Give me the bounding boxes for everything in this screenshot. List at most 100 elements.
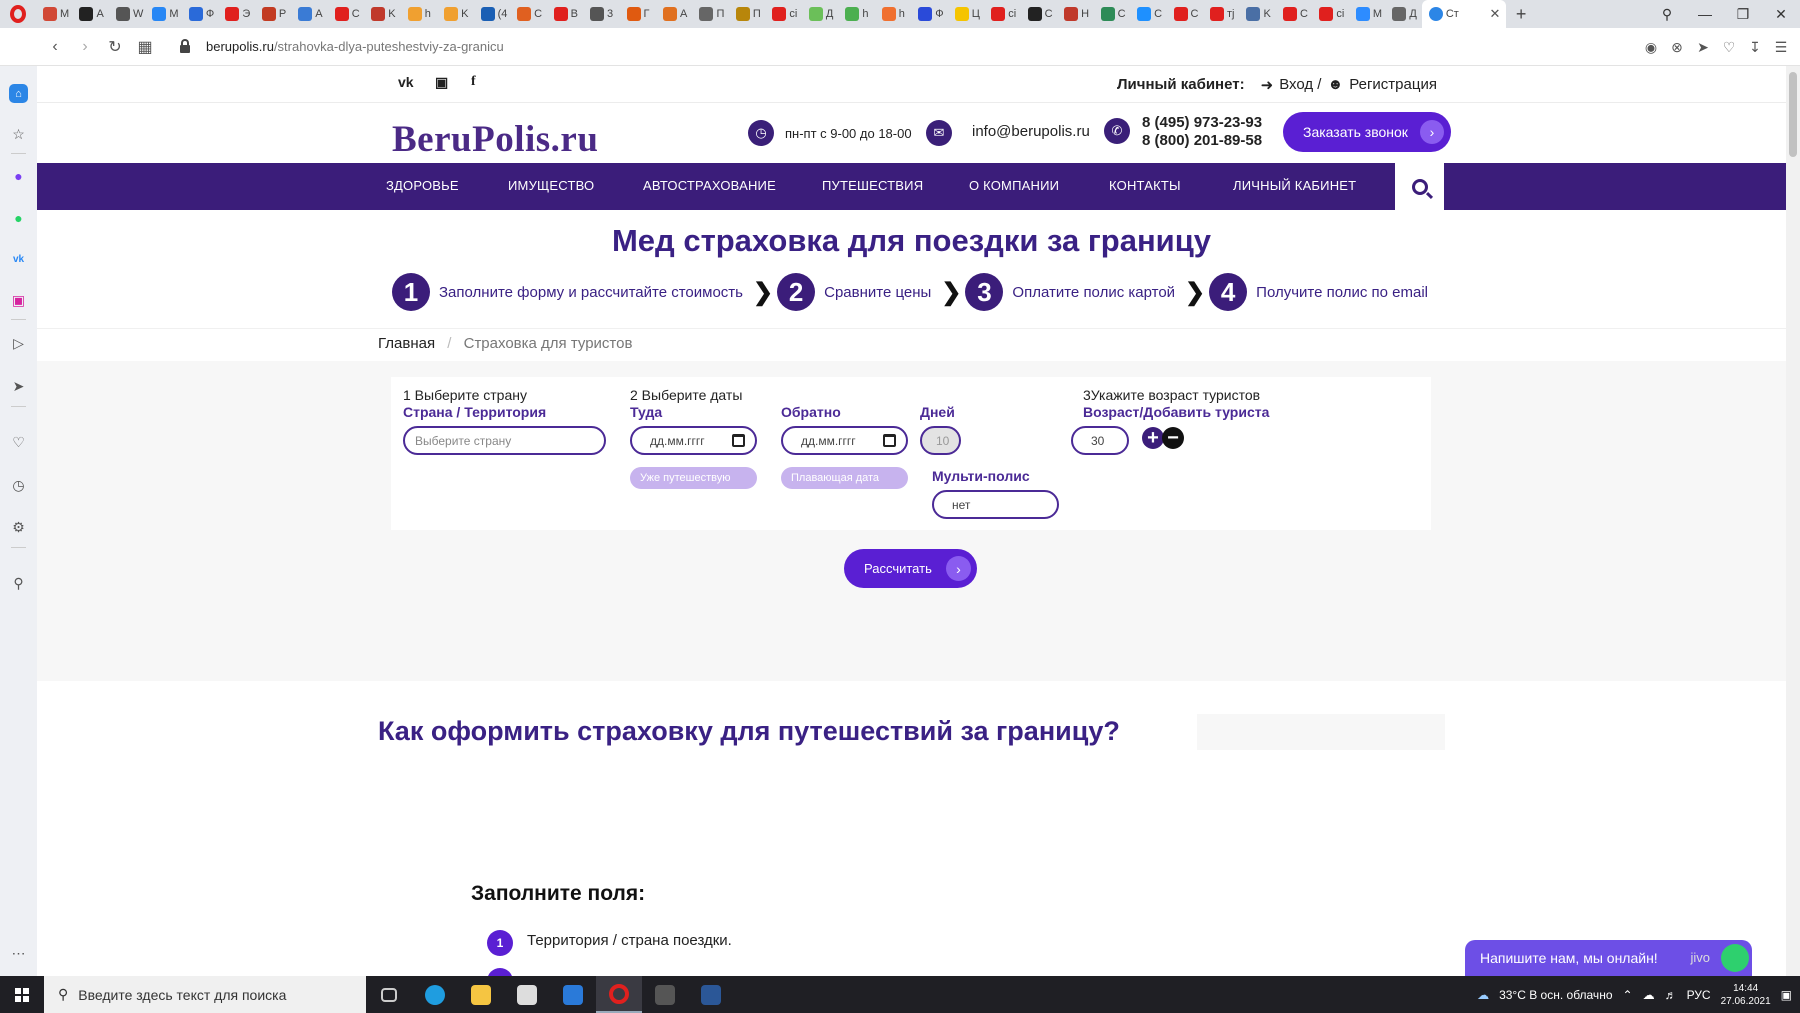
- browser-tab[interactable]: h: [401, 0, 437, 28]
- browser-tab[interactable]: Д: [802, 0, 838, 28]
- nav-contacts[interactable]: КОНТАКТЫ: [1109, 178, 1181, 193]
- speed-dial-icon[interactable]: ▦: [130, 37, 160, 57]
- easy-setup-icon[interactable]: ☰: [1770, 39, 1792, 56]
- messenger-icon[interactable]: ●: [9, 166, 28, 185]
- download-icon[interactable]: ↧: [1744, 39, 1766, 56]
- clock[interactable]: 14:44 27.06.2021: [1721, 982, 1771, 1008]
- nav-property[interactable]: ИМУЩЕСТВО: [508, 178, 594, 193]
- order-call-button[interactable]: Заказать звонок ›: [1283, 112, 1451, 152]
- browser-tab[interactable]: C: [1094, 0, 1130, 28]
- vk-link-icon[interactable]: vk: [398, 74, 414, 90]
- remove-tourist-button[interactable]: −: [1162, 427, 1184, 449]
- adblock-icon[interactable]: ⊗: [1666, 39, 1688, 56]
- chat-widget[interactable]: Напишите нам, мы онлайн! jivo: [1465, 940, 1752, 976]
- url-field[interactable]: berupolis.ru/strahovka-dlya-puteshestviy…: [206, 39, 504, 54]
- to-date-input[interactable]: дд.мм.гггг: [781, 426, 908, 455]
- browser-tab[interactable]: 3: [583, 0, 619, 28]
- browser-tab[interactable]: H: [1057, 0, 1093, 28]
- nav-company[interactable]: О КОМПАНИИ: [969, 178, 1059, 193]
- weather-icon[interactable]: ☁: [1477, 988, 1489, 1002]
- register-link[interactable]: Регистрация: [1349, 76, 1437, 94]
- reload-button[interactable]: ↻: [100, 37, 130, 57]
- task-view-icon[interactable]: [366, 976, 412, 1013]
- browser-tab[interactable]: A: [291, 0, 327, 28]
- opera-taskbar-icon[interactable]: [596, 976, 642, 1013]
- calculator-icon[interactable]: [642, 976, 688, 1013]
- browser-tab[interactable]: Ф: [182, 0, 218, 28]
- phone-numbers[interactable]: 8 (495) 973-23-93 8 (800) 201-89-58: [1142, 114, 1262, 150]
- browser-tab[interactable]: Г: [620, 0, 656, 28]
- tray-expand-icon[interactable]: ⌃: [1623, 988, 1633, 1002]
- taskbar-search[interactable]: ⚲ Введите здесь текст для поиска: [44, 976, 366, 1013]
- nav-travel[interactable]: ПУТЕШЕСТВИЯ: [822, 178, 923, 193]
- instagram-link-icon[interactable]: ▣: [435, 74, 448, 91]
- new-tab-button[interactable]: +: [1506, 4, 1535, 25]
- pinboard-heart-icon[interactable]: ♡: [9, 433, 28, 452]
- browser-tab[interactable]: K: [1239, 0, 1275, 28]
- age-input[interactable]: 30: [1071, 426, 1129, 455]
- browser-tab[interactable]: M T: [36, 0, 72, 28]
- player-icon[interactable]: ▷: [9, 334, 28, 353]
- browser-tab[interactable]: П: [729, 0, 765, 28]
- site-logo[interactable]: BeruPolis.ru: [392, 118, 598, 161]
- browser-tab[interactable]: сі: [1312, 0, 1348, 28]
- already-traveling-toggle[interactable]: Уже путешествую: [630, 467, 757, 489]
- snapshot-icon[interactable]: ◉: [1640, 39, 1662, 56]
- volume-icon[interactable]: ♬: [1665, 988, 1677, 1002]
- browser-tab[interactable]: B: [547, 0, 583, 28]
- browser-tab[interactable]: C: [1021, 0, 1057, 28]
- browser-tab[interactable]: A: [72, 0, 108, 28]
- browser-tab[interactable]: сі: [765, 0, 801, 28]
- calendar-icon[interactable]: [732, 434, 745, 447]
- settings-icon[interactable]: ⚙: [9, 518, 28, 537]
- browser-tab[interactable]: C: [1130, 0, 1166, 28]
- more-icon[interactable]: ⋯: [9, 944, 28, 963]
- minimize-button[interactable]: —: [1686, 6, 1724, 22]
- breadcrumb-home[interactable]: Главная: [378, 335, 435, 352]
- browser-tab[interactable]: C: [328, 0, 364, 28]
- whatsapp-icon[interactable]: ●: [9, 208, 28, 227]
- browser-tab[interactable]: h: [875, 0, 911, 28]
- browser-tab[interactable]: h: [838, 0, 874, 28]
- close-window-button[interactable]: ✕: [1762, 6, 1800, 23]
- notifications-icon[interactable]: ▣: [1781, 988, 1792, 1002]
- network-icon[interactable]: ☁: [1643, 988, 1655, 1002]
- browser-tab[interactable]: Д: [1385, 0, 1421, 28]
- instagram-icon[interactable]: ▣: [9, 291, 28, 310]
- heart-icon[interactable]: ♡: [1718, 39, 1740, 56]
- scrollbar-thumb[interactable]: [1789, 72, 1797, 157]
- start-button[interactable]: [0, 987, 44, 1002]
- browser-tab[interactable]: A: [656, 0, 692, 28]
- close-tab-icon[interactable]: ✕: [1490, 6, 1501, 22]
- page-scrollbar[interactable]: [1786, 66, 1800, 976]
- bookmarks-icon[interactable]: ☆: [9, 125, 28, 144]
- weather-text[interactable]: 33°C В осн. облачно: [1499, 988, 1612, 1002]
- browser-tab[interactable]: C: [1276, 0, 1312, 28]
- site-search-button[interactable]: [1395, 163, 1444, 210]
- browser-tab[interactable]: П: [692, 0, 728, 28]
- browser-tab[interactable]: W: [109, 0, 145, 28]
- add-tourist-button[interactable]: +: [1142, 427, 1164, 449]
- multi-policy-select[interactable]: нет: [932, 490, 1059, 519]
- restore-button[interactable]: ❐: [1724, 6, 1762, 23]
- from-date-input[interactable]: дд.мм.гггг: [630, 426, 757, 455]
- language-indicator[interactable]: РУС: [1687, 988, 1711, 1002]
- tab-search-icon[interactable]: ⚲: [1648, 6, 1686, 23]
- browser-tab[interactable]: K: [364, 0, 400, 28]
- flow-icon[interactable]: ➤: [9, 377, 28, 396]
- back-button[interactable]: ‹: [40, 38, 70, 56]
- login-link[interactable]: Вход /: [1279, 76, 1321, 94]
- edge-icon[interactable]: [412, 976, 458, 1013]
- browser-tab[interactable]: P: [255, 0, 291, 28]
- lock-icon[interactable]: [180, 38, 190, 53]
- browser-tab[interactable]: сі: [984, 0, 1020, 28]
- word-icon[interactable]: [688, 976, 734, 1013]
- nav-auto[interactable]: АВТОСТРАХОВАНИЕ: [643, 178, 776, 193]
- home-icon[interactable]: ⌂: [9, 84, 28, 103]
- browser-tab[interactable]: K: [437, 0, 473, 28]
- floating-date-toggle[interactable]: Плавающая дата: [781, 467, 908, 489]
- browser-tab[interactable]: (4: [474, 0, 510, 28]
- nav-cabinet[interactable]: ЛИЧНЫЙ КАБИНЕТ: [1233, 178, 1356, 193]
- calculate-button[interactable]: Рассчитать ›: [844, 549, 977, 588]
- store-icon[interactable]: [504, 976, 550, 1013]
